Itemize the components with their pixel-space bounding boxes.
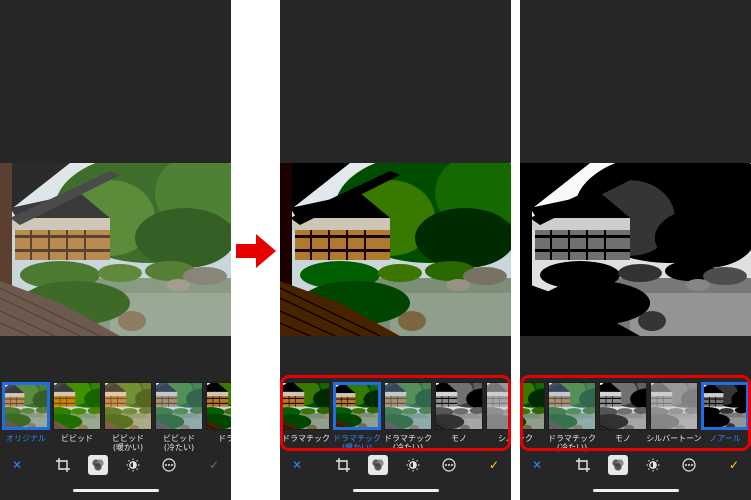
edit-toolbar: ✕ ✓ — [520, 452, 751, 480]
garden-photo-dramatic — [280, 163, 511, 336]
close-icon[interactable]: ✕ — [528, 456, 546, 474]
home-indicator — [353, 489, 439, 492]
edit-toolbar: ✕ ✓ — [0, 452, 231, 480]
garden-photo — [0, 163, 231, 336]
filter-preview-image — [54, 383, 100, 429]
filter-thumbnail[interactable] — [206, 382, 231, 430]
filter-preview-image — [207, 383, 231, 429]
photo-preview — [520, 163, 751, 336]
home-indicator — [593, 489, 679, 492]
photo-preview — [0, 163, 231, 336]
filter-thumbnail[interactable] — [155, 382, 203, 430]
crop-icon[interactable] — [54, 456, 72, 474]
filters-icon[interactable] — [368, 455, 388, 475]
filter-label: ビビッド — [61, 434, 93, 443]
right-arrow-icon — [236, 234, 276, 268]
filter-label: ビビッド (暖かい) — [112, 434, 144, 452]
crop-icon[interactable] — [334, 456, 352, 474]
edit-toolbar: ✕ ✓ — [280, 452, 511, 480]
filter-thumbnail[interactable] — [104, 382, 152, 430]
close-icon[interactable]: ✕ — [288, 456, 306, 474]
filter-thumbnail[interactable] — [53, 382, 101, 430]
filter-strip-highlight — [520, 375, 751, 451]
adjust-icon[interactable] — [124, 456, 142, 474]
home-indicator — [73, 489, 159, 492]
checkmark-icon[interactable]: ✓ — [725, 456, 743, 474]
filters-icon[interactable] — [88, 455, 108, 475]
more-icon[interactable] — [160, 456, 178, 474]
filter-preview-image — [105, 383, 151, 429]
more-icon[interactable] — [680, 456, 698, 474]
photo-preview — [280, 163, 511, 336]
filter-strip[interactable]: オリジナル ビビッド ビビッド(暖かい) ビビッド(冷たい) ドラマ — [0, 382, 231, 452]
checkmark-icon[interactable]: ✓ — [485, 456, 503, 474]
filter-label: ビビッド (冷たい) — [163, 434, 195, 452]
editor-screen-original: オリジナルビビッドビビッド(暖かい)ビビッド(冷たい)ドラマ ✕✓ — [0, 0, 231, 500]
crop-icon[interactable] — [574, 456, 592, 474]
adjust-icon[interactable] — [404, 456, 422, 474]
filter-preview-image — [156, 383, 202, 429]
filter-label: ドラマ — [218, 434, 231, 443]
adjust-icon[interactable] — [644, 456, 662, 474]
close-icon[interactable]: ✕ — [8, 456, 26, 474]
filter-label: オリジナル — [6, 434, 46, 443]
filter-thumbnail[interactable] — [2, 382, 50, 430]
more-icon[interactable] — [440, 456, 458, 474]
checkmark-icon[interactable]: ✓ — [205, 456, 223, 474]
filter-strip-highlight — [280, 375, 511, 451]
filters-icon[interactable] — [608, 455, 628, 475]
garden-photo-noir — [520, 163, 751, 336]
filter-preview-image — [5, 385, 47, 427]
